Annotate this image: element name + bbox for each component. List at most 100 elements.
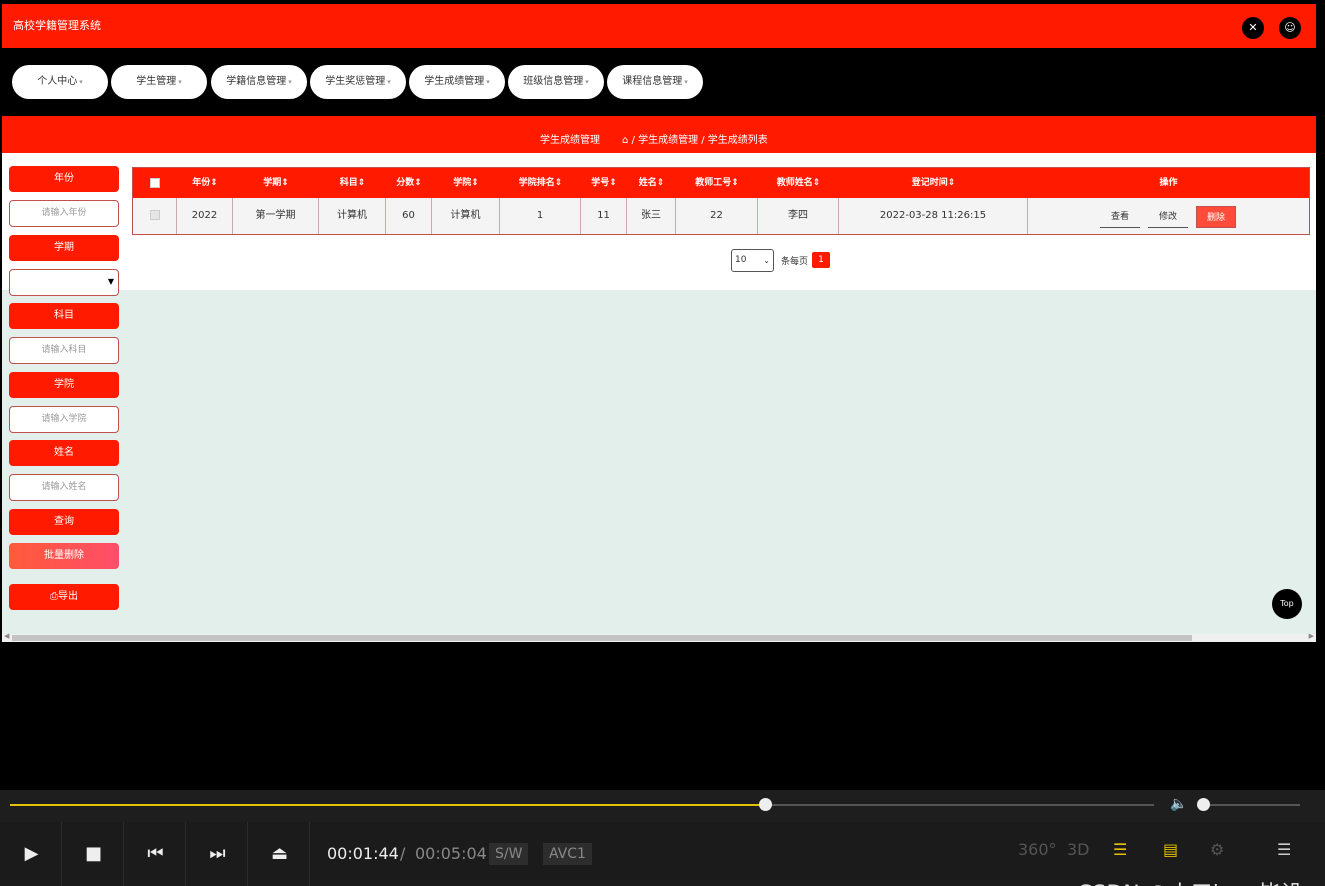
- grades-table: 年份⇕ 学期⇕ 科目⇕ 分数⇕ 学院⇕ 学院排名⇕ 学号⇕ 姓名⇕ 教师工号⇕ …: [132, 167, 1310, 235]
- cell-subject: 计算机: [319, 198, 386, 234]
- back-to-top-button[interactable]: Top: [1272, 589, 1302, 619]
- subtitle-icon[interactable]: ▤: [1163, 840, 1178, 859]
- cell-teacher-no: 22: [676, 198, 758, 234]
- sort-icon: ⇕: [281, 178, 289, 188]
- college-input[interactable]: 请输入学院: [9, 406, 119, 433]
- 360-icon[interactable]: 360°: [1018, 840, 1057, 859]
- name-label: 姓名: [9, 440, 119, 466]
- edit-button[interactable]: 修改: [1148, 206, 1188, 228]
- cell-rank: 1: [500, 198, 581, 234]
- col-header-subject[interactable]: 科目⇕: [319, 168, 386, 198]
- page-number-current[interactable]: 1: [812, 252, 830, 268]
- decoder-tag[interactable]: S/W: [489, 843, 529, 865]
- chevron-down-icon: ▾: [486, 78, 490, 86]
- col-header-name[interactable]: 姓名⇕: [627, 168, 676, 198]
- col-header-term[interactable]: 学期⇕: [233, 168, 319, 198]
- batch-delete-button[interactable]: 批量删除: [9, 543, 119, 569]
- cell-college: 计算机: [432, 198, 500, 234]
- term-label: 学期: [9, 235, 119, 261]
- seek-bar[interactable]: [10, 798, 1154, 811]
- menu-item-student[interactable]: 学生管理 ▾: [111, 65, 207, 99]
- menu-item-rewards[interactable]: 学生奖惩管理 ▾: [310, 65, 406, 99]
- seek-progress: [10, 804, 766, 806]
- menu-item-course[interactable]: 课程信息管理 ▾: [607, 65, 703, 99]
- total-time: 00:05:04: [415, 844, 487, 863]
- term-select[interactable]: ▼: [9, 269, 119, 296]
- scroll-left-icon[interactable]: ◀: [4, 632, 9, 640]
- sort-icon: ⇕: [471, 178, 479, 188]
- volume-handle[interactable]: [1197, 798, 1210, 811]
- sort-icon: ⇕: [357, 178, 366, 188]
- menu-item-label: 学生奖惩管理: [325, 76, 386, 87]
- sort-icon: ⇕: [414, 178, 422, 188]
- menu-item-class[interactable]: 班级信息管理 ▾: [508, 65, 604, 99]
- page-size-value: 10: [735, 255, 747, 265]
- year-input[interactable]: 请输入年份: [9, 200, 119, 227]
- name-input[interactable]: 请输入姓名: [9, 474, 119, 501]
- previous-icon[interactable]: ⏮: [126, 822, 186, 886]
- video-player-controls: 🔈 ▶ ■ ⏮ ⏭ ⏏ 00:01:44 / 00:05:04 S/W AVC1…: [0, 790, 1325, 886]
- export-button[interactable]: ⎙导出: [9, 584, 119, 610]
- breadcrumb: ⌂ / 学生成绩管理 / 学生成绩列表: [622, 131, 768, 146]
- volume-slider[interactable]: [1204, 804, 1300, 806]
- menu-item-personal-center[interactable]: 个人中心 ▾: [12, 65, 108, 99]
- menu-item-enrollment[interactable]: 学籍信息管理 ▾: [211, 65, 307, 99]
- year-label: 年份: [9, 166, 119, 192]
- fullscreen-exit-icon[interactable]: ✕: [1242, 17, 1264, 39]
- horizontal-scrollbar[interactable]: ◀ ▶: [2, 632, 1316, 642]
- play-icon[interactable]: ▶: [2, 822, 62, 886]
- playlist-search-icon[interactable]: ☰: [1113, 840, 1127, 859]
- menu-item-label: 课程信息管理: [622, 76, 683, 87]
- cell-actions: 查看 修改 删除: [1028, 198, 1309, 234]
- menu-icon[interactable]: ☰: [1277, 840, 1291, 859]
- college-label: 学院: [9, 372, 119, 398]
- col-header-college[interactable]: 学院⇕: [432, 168, 500, 198]
- select-all-checkbox[interactable]: [133, 168, 177, 198]
- chevron-down-icon: ▾: [684, 78, 688, 86]
- seek-handle[interactable]: [759, 798, 773, 811]
- watermark: CSDN @小五java毕设: [1077, 876, 1303, 886]
- subject-label: 科目: [9, 303, 119, 329]
- cell-time: 2022-03-28 11:26:15: [839, 198, 1028, 234]
- cell-score: 60: [386, 198, 432, 234]
- cell-teacher-name: 李四: [758, 198, 839, 234]
- app-title: 高校学籍管理系统: [13, 19, 101, 32]
- sort-icon: ⇕: [731, 178, 739, 188]
- col-header-teacher-name[interactable]: 教师姓名⇕: [758, 168, 839, 198]
- scrollbar-thumb[interactable]: [12, 635, 1192, 641]
- subject-input[interactable]: 请输入科目: [9, 337, 119, 364]
- view-button[interactable]: 查看: [1100, 206, 1140, 228]
- sort-icon: ⇕: [812, 178, 821, 188]
- col-header-teacher-no[interactable]: 教师工号⇕: [676, 168, 758, 198]
- col-header-rank[interactable]: 学院排名⇕: [500, 168, 581, 198]
- scroll-right-icon[interactable]: ▶: [1309, 632, 1314, 640]
- sort-icon: ⇕: [656, 178, 665, 188]
- user-icon[interactable]: ☺: [1279, 17, 1301, 39]
- screen: 高校学籍管理系统 ✕ ☺ 个人中心 ▾ 学生管理 ▾ 学籍信息管理 ▾ 学生奖惩管理 ▾…: [0, 0, 1325, 886]
- query-button[interactable]: 查询: [9, 509, 119, 535]
- col-header-score[interactable]: 分数⇕: [386, 168, 432, 198]
- 3d-icon[interactable]: 3D: [1067, 840, 1090, 859]
- menu-item-label: 班级信息管理: [523, 76, 584, 87]
- col-header-year[interactable]: 年份⇕: [177, 168, 233, 198]
- volume-icon[interactable]: 🔈: [1170, 796, 1187, 812]
- col-header-actions: 操作: [1159, 178, 1178, 188]
- chevron-down-icon: ▾: [585, 78, 589, 86]
- page-size-select[interactable]: 10 ⌄: [731, 249, 774, 272]
- col-header-time[interactable]: 登记时间⇕: [839, 168, 1028, 198]
- table-header: 年份⇕ 学期⇕ 科目⇕ 分数⇕ 学院⇕ 学院排名⇕ 学号⇕ 姓名⇕ 教师工号⇕ …: [133, 168, 1309, 198]
- col-header-student-no[interactable]: 学号⇕: [581, 168, 627, 198]
- chevron-down-icon: ▾: [288, 78, 292, 86]
- time-separator: /: [400, 844, 406, 863]
- row-checkbox[interactable]: [133, 198, 177, 234]
- current-time: 00:01:44: [327, 844, 399, 863]
- settings-icon[interactable]: ⚙: [1210, 840, 1224, 859]
- chevron-down-icon: ▾: [79, 78, 83, 86]
- stop-icon[interactable]: ■: [64, 822, 124, 886]
- menu-item-grades[interactable]: 学生成绩管理 ▾: [409, 65, 505, 99]
- next-icon[interactable]: ⏭: [188, 822, 248, 886]
- eject-icon[interactable]: ⏏: [250, 822, 310, 886]
- codec-tag[interactable]: AVC1: [543, 843, 592, 865]
- delete-button[interactable]: 删除: [1196, 206, 1236, 228]
- chevron-down-icon: ⌄: [763, 256, 770, 265]
